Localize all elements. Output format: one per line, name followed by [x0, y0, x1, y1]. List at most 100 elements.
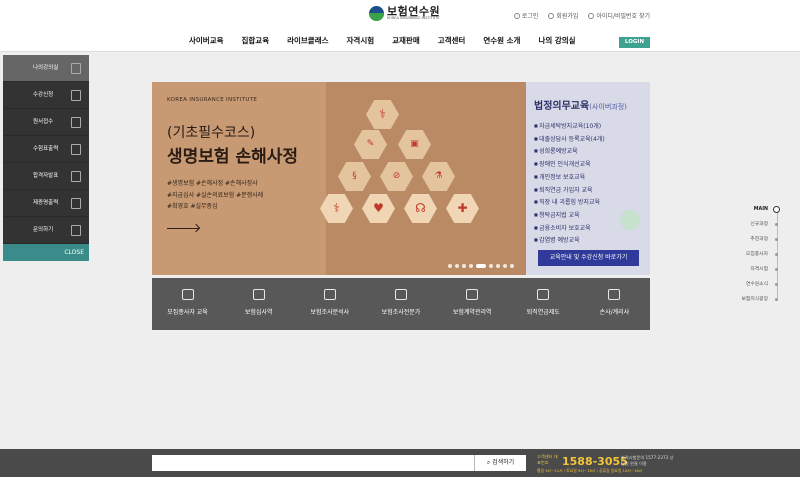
list-item[interactable]: 청탁금지법 교육	[534, 209, 605, 222]
nav-certification-exam[interactable]: 자격시험	[338, 35, 384, 46]
ribbon-block-icon: ☊	[404, 194, 437, 223]
course-insurance-investigation-expert[interactable]: 보험조사전문가	[365, 278, 436, 330]
slide-dot[interactable]	[469, 264, 473, 268]
course-insurance-investigation-analyst[interactable]: 보험조사분석사	[294, 278, 365, 330]
quick-item-my-classroom[interactable]: 나의강의실	[3, 55, 89, 82]
cs-label: 고객센터 대표번호	[537, 454, 558, 465]
slide-dot[interactable]	[496, 264, 500, 268]
course-retirement-pension[interactable]: 퇴직연금제도	[508, 278, 579, 330]
quick-menu-close-button[interactable]: CLOSE	[3, 244, 89, 261]
list-item[interactable]: 자금세탁방지교육(10개)	[534, 120, 605, 133]
signup-link[interactable]: 회원가입	[548, 11, 578, 20]
list-item[interactable]: 금융소비자 보호교육	[534, 222, 605, 235]
quick-item-certificates[interactable]: 제증명출력	[3, 190, 89, 217]
quick-item-results[interactable]: 합격자발표	[3, 163, 89, 190]
nav-live-class[interactable]: 라이브클래스	[278, 35, 337, 46]
stethoscope-block-icon: ⚕	[366, 100, 399, 129]
section-nav-recruiters[interactable]: 모집종사자	[742, 247, 780, 262]
logo-icon	[369, 6, 384, 21]
course-contract-manager[interactable]: 보험계약관리역	[437, 278, 508, 330]
nav-institute-intro[interactable]: 연수원 소개	[474, 35, 529, 46]
login-button[interactable]: LOGIN	[619, 37, 650, 48]
site-logo[interactable]: 보험연수원 KOREA INSURANCE INSTITUTE	[369, 6, 440, 21]
section-nav-knowledge[interactable]: 보험지식광장	[742, 292, 780, 307]
document-icon	[71, 117, 81, 128]
mandatory-education-panel: 법정의무교육(사이버과정) 자금세탁방지교육(10개) 대출상담사 등록교육(4…	[526, 82, 650, 275]
nav-cyber-education[interactable]: 사이버교육	[180, 35, 233, 46]
bandage-block-icon: ⊘	[380, 162, 413, 191]
list-item[interactable]: 성희롱예방교육	[534, 145, 605, 158]
list-item[interactable]: 퇴직연금 가입자 교육	[534, 184, 605, 197]
contract-icon	[466, 289, 479, 300]
list-item[interactable]: 개인정보 보호교육	[534, 171, 605, 184]
quick-item-inquiry[interactable]: 문의하기	[3, 217, 89, 244]
banner-title-line2: 생명보험 손해사정	[167, 147, 299, 167]
syringe-block-icon: ✎	[354, 130, 387, 159]
right-section-nav: MAIN 신규과정 추천과정 모집종사자 자격시험 연수원소식 보험지식광장	[742, 202, 781, 307]
course-insurance-examiner[interactable]: 보험심사역	[223, 278, 294, 330]
caduceus-block-icon: ⚕	[320, 194, 353, 223]
quick-menu: 나의강의실 수강신청 원서접수 수험표출력 합격자발표 제증명출력 문의하기 C…	[3, 55, 89, 261]
main-banner[interactable]: KOREA INSURANCE INSTITUTE (기초필수코스) 생명보험 …	[152, 82, 526, 275]
person-add-icon	[548, 13, 555, 19]
people-icon	[181, 289, 194, 300]
chat-icon	[71, 225, 81, 236]
enroll-shortcut-button[interactable]: 교육안내 및 수강신청 바로가기	[538, 250, 639, 266]
microscope-block-icon: ⚗	[422, 162, 455, 191]
banner-tag-line: #최영호 #실무중심	[167, 203, 218, 210]
slide-dot[interactable]	[448, 264, 452, 268]
nav-my-classroom[interactable]: 나의 강의실	[529, 35, 584, 46]
calculator-icon	[608, 289, 621, 300]
cs-note: 자격시험문의 1577-2373 상담원 연결 이용	[621, 455, 674, 466]
section-nav-news[interactable]: 연수원소식	[742, 277, 780, 292]
search-input[interactable]	[152, 455, 474, 471]
course-adjuster-actuary[interactable]: 손사/계리사	[579, 278, 650, 330]
nav-group-education[interactable]: 집합교육	[233, 35, 279, 46]
slide-dot[interactable]	[510, 264, 514, 268]
mandatory-course-list: 자금세탁방지교육(10개) 대출상담사 등록교육(4개) 성희롱예방교육 장애인…	[534, 120, 605, 247]
classroom-icon	[71, 63, 81, 74]
list-item[interactable]: 직장 내 괴롭힘 방지교육	[534, 196, 605, 209]
analysis-icon	[323, 289, 336, 300]
slide-dot[interactable]	[455, 264, 459, 268]
slide-dot[interactable]	[489, 264, 493, 268]
course-category-bar: 모집종사자 교육 보험심사역 보험조사분석사 보험조사전문가 보험계약관리역 퇴…	[152, 278, 650, 330]
pill-bottle-block-icon: ▣	[398, 130, 431, 159]
panel-title: 법정의무교육(사이버과정)	[534, 101, 627, 112]
edit-icon	[588, 13, 595, 19]
fingerprint-icon	[394, 289, 407, 300]
dna-block-icon: §	[338, 162, 371, 191]
section-nav-exams[interactable]: 자격시험	[742, 262, 780, 277]
banner-tag-line: #생명보험 #손해사정 #손해사정사	[167, 180, 258, 187]
list-item[interactable]: 장애인 인식개선교육	[534, 158, 605, 171]
quick-item-enrollment[interactable]: 수강신청	[3, 82, 89, 109]
section-nav-main[interactable]: MAIN	[742, 202, 781, 217]
slide-dot[interactable]	[503, 264, 507, 268]
nav-textbook-sales[interactable]: 교재판매	[383, 35, 429, 46]
slide-dot-active[interactable]	[476, 264, 486, 268]
heartbeat-block-icon: ♥	[362, 194, 395, 223]
login-link[interactable]: 로그인	[513, 11, 538, 20]
section-nav-recommended[interactable]: 추천과정	[742, 232, 780, 247]
quick-item-admission-ticket[interactable]: 수험표출력	[3, 136, 89, 163]
section-nav-new-courses[interactable]: 신규과정	[742, 217, 780, 232]
plant-illustration-icon	[620, 210, 640, 230]
certificate-icon	[71, 198, 81, 209]
list-item[interactable]: 감염병 예방교육	[534, 234, 605, 247]
slide-dot[interactable]	[462, 264, 466, 268]
bottom-bar: ⌕ 검색하기 고객센터 대표번호 1588-3055 평일 9시~21시 / 토…	[0, 449, 800, 477]
mobile-icon	[71, 90, 81, 101]
quick-item-application[interactable]: 원서접수	[3, 109, 89, 136]
course-recruiter-education[interactable]: 모집종사자 교육	[152, 278, 223, 330]
user-icon	[513, 13, 520, 19]
nav-customer-center[interactable]: 고객센터	[429, 35, 475, 46]
medical-cross-block-icon: ✚	[446, 194, 479, 223]
find-account-link[interactable]: 아이디/비밀번호 찾기	[588, 11, 650, 20]
top-bar: 보험연수원 KOREA INSURANCE INSTITUTE 로그인 회원가입…	[0, 0, 800, 28]
banner-arrow-icon[interactable]	[167, 228, 199, 229]
banner-title-line1: (기초필수코스)	[167, 125, 256, 141]
main-navigation: 사이버교육 집합교육 라이브클래스 자격시험 교재판매 고객센터 연수원 소개 …	[0, 28, 800, 52]
search-button[interactable]: ⌕ 검색하기	[474, 455, 526, 471]
banner-tags: #생명보험 #손해사정 #손해사정사 #지급심사 #실손의료보험 #분쟁사례 #…	[167, 178, 263, 213]
list-item[interactable]: 대출상담사 등록교육(4개)	[534, 133, 605, 146]
